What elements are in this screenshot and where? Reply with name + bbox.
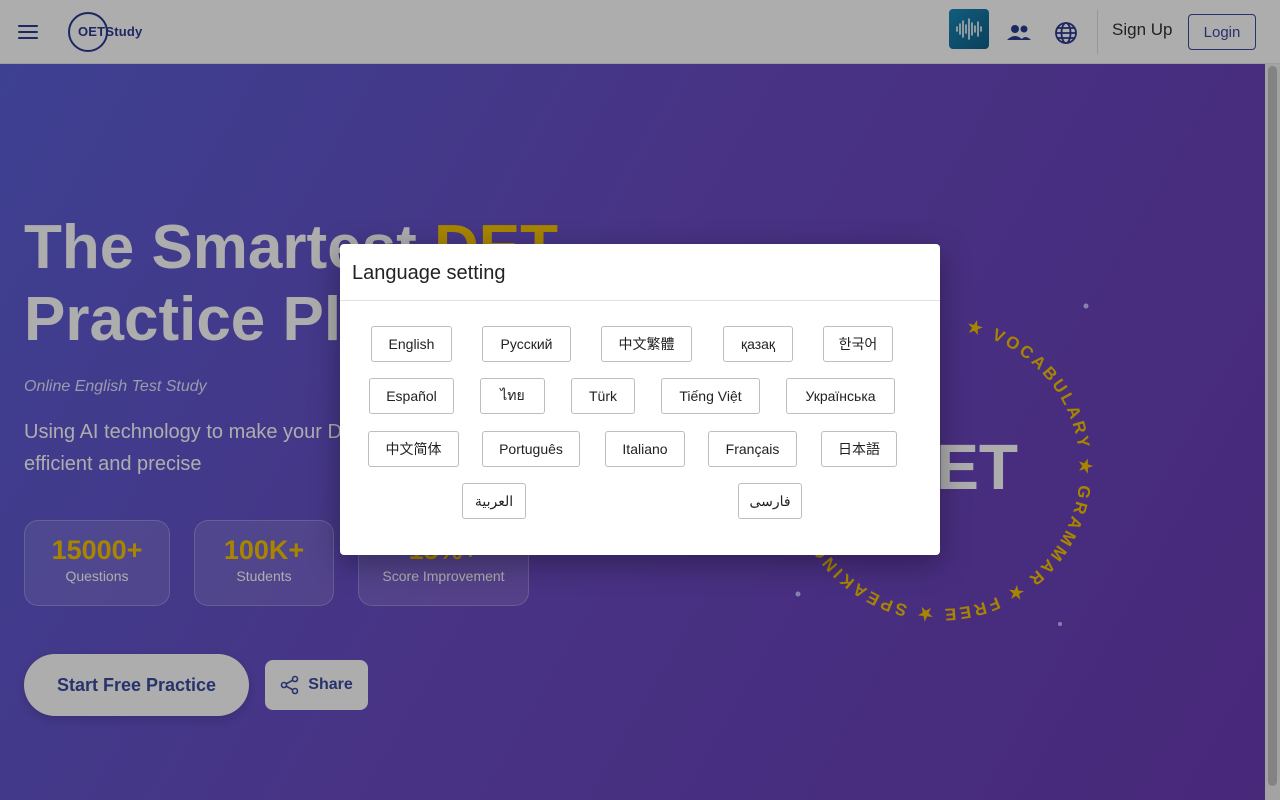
language-option-russian[interactable]: Русский	[482, 326, 571, 362]
language-option-korean[interactable]: 한국어	[823, 326, 893, 362]
language-option-turkish[interactable]: Türk	[571, 378, 635, 414]
language-option-japanese[interactable]: 日本語	[821, 431, 897, 467]
language-option-persian[interactable]: فارسی	[738, 483, 802, 519]
language-option-french[interactable]: Français	[708, 431, 797, 467]
language-setting-dialog: Language setting English Русский 中文繁體 қа…	[340, 244, 940, 555]
language-option-portuguese[interactable]: Português	[482, 431, 580, 467]
dialog-title: Language setting	[352, 262, 506, 284]
language-option-english[interactable]: English	[371, 326, 452, 362]
language-option-italian[interactable]: Italiano	[605, 431, 685, 467]
dialog-divider	[340, 300, 940, 301]
language-option-kazakh[interactable]: қазақ	[723, 326, 793, 362]
language-option-arabic[interactable]: العربية	[462, 483, 526, 519]
language-option-ukrainian[interactable]: Українська	[786, 378, 895, 414]
language-option-chinese-simplified[interactable]: 中文简体	[368, 431, 459, 467]
language-option-vietnamese[interactable]: Tiếng Việt	[661, 378, 760, 414]
language-option-spanish[interactable]: Español	[369, 378, 454, 414]
language-option-chinese-traditional[interactable]: 中文繁體	[601, 326, 692, 362]
language-option-thai[interactable]: ไทย	[480, 378, 545, 414]
